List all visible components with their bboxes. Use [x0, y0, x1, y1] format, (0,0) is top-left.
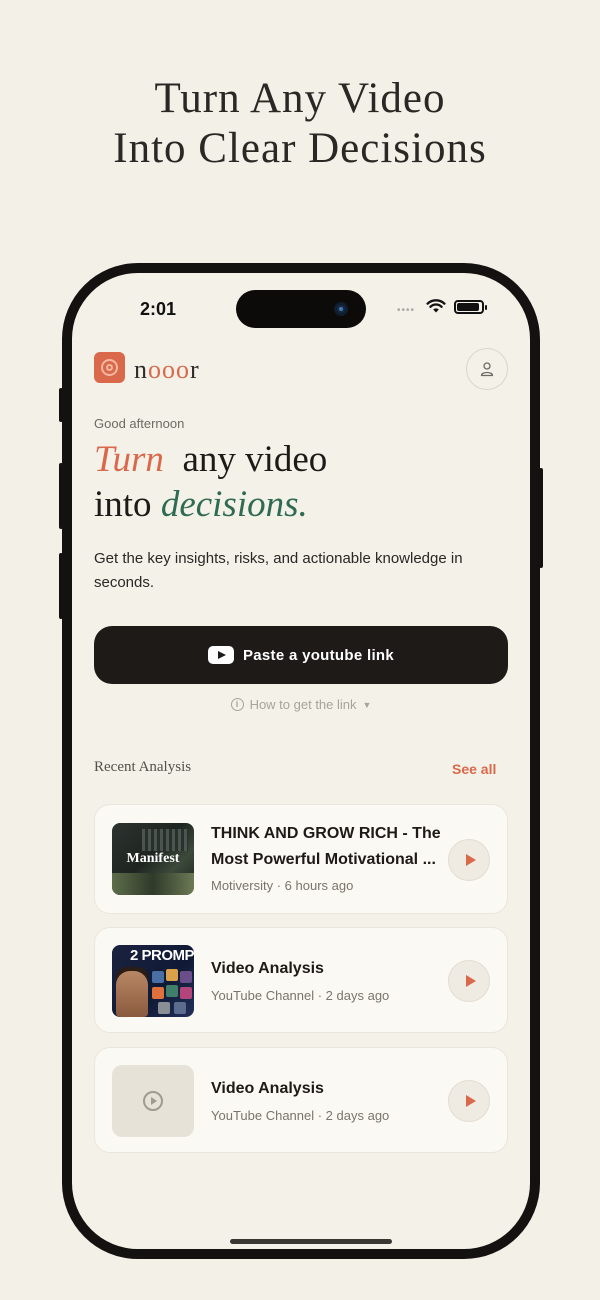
play-button[interactable]	[448, 960, 490, 1002]
headline-line-2: Into Clear Decisions	[113, 125, 487, 172]
user-icon	[480, 362, 494, 377]
action-button	[59, 388, 63, 422]
card-meta: YouTube Channel · 2 days ago	[211, 988, 390, 1003]
play-button[interactable]	[448, 1080, 490, 1122]
card-title: Video Analysis	[211, 1080, 324, 1097]
home-indicator	[230, 1239, 392, 1244]
youtube-icon	[207, 646, 234, 664]
camera-icon	[334, 302, 348, 316]
signal-icon: ••••	[397, 305, 416, 316]
battery-icon	[454, 300, 487, 314]
dynamic-island	[236, 290, 366, 328]
card-title: Video Analysis	[211, 960, 324, 977]
card-meta: Motiversity · 6 hours ago	[211, 878, 354, 893]
how-to-get-link[interactable]: i How to get the link ▼	[72, 697, 530, 712]
play-button[interactable]	[448, 839, 490, 881]
volume-up-button	[59, 463, 63, 529]
video-thumbnail-placeholder	[112, 1065, 194, 1137]
recent-analysis-card[interactable]: 2 PROMP Video Analysis YouTube Channel ·…	[94, 927, 508, 1033]
info-icon: i	[230, 698, 244, 711]
wifi-icon	[426, 299, 446, 313]
status-time: 2:01	[140, 299, 177, 319]
headline-line-1: Turn Any Video	[154, 75, 446, 122]
paste-link-label: Paste a youtube link	[242, 646, 395, 664]
side-button	[539, 468, 543, 568]
logo-icon	[94, 352, 125, 383]
card-title: THINK AND GROW RICH - The Most Powerful …	[211, 825, 441, 868]
video-thumbnail: 2 PROMP	[112, 945, 194, 1017]
card-meta: YouTube Channel · 2 days ago	[211, 1108, 390, 1123]
play-circle-icon	[143, 1091, 163, 1111]
paste-link-button[interactable]: Paste a youtube link	[94, 626, 508, 684]
recent-analysis-card[interactable]: Video Analysis YouTube Channel · 2 days …	[94, 1047, 508, 1153]
recent-analysis-card[interactable]: Manifest THINK AND GROW RICH - The Most …	[94, 804, 508, 914]
marketing-headline: Turn Any Video Into Clear Decisions	[0, 74, 600, 174]
see-all-link[interactable]: See all	[452, 761, 496, 777]
brand-name: nooor	[134, 355, 200, 384]
video-thumbnail: Manifest	[112, 823, 194, 895]
how-to-label: How to get the link	[249, 697, 357, 712]
app-screen: 2:01 •••• nooor Good afternoon Turn any …	[72, 273, 530, 1249]
recent-analysis-title: Recent Analysis	[94, 759, 192, 775]
volume-down-button	[59, 553, 63, 619]
profile-button[interactable]	[466, 348, 508, 390]
hero-title: Turn any video into decisions.	[94, 439, 328, 525]
hero-subtitle: Get the key insights, risks, and actiona…	[94, 550, 463, 591]
phone-frame: 2:01 •••• nooor Good afternoon Turn any …	[59, 263, 543, 1259]
greeting-text: Good afternoon	[94, 416, 185, 431]
chevron-down-icon: ▼	[362, 699, 372, 710]
